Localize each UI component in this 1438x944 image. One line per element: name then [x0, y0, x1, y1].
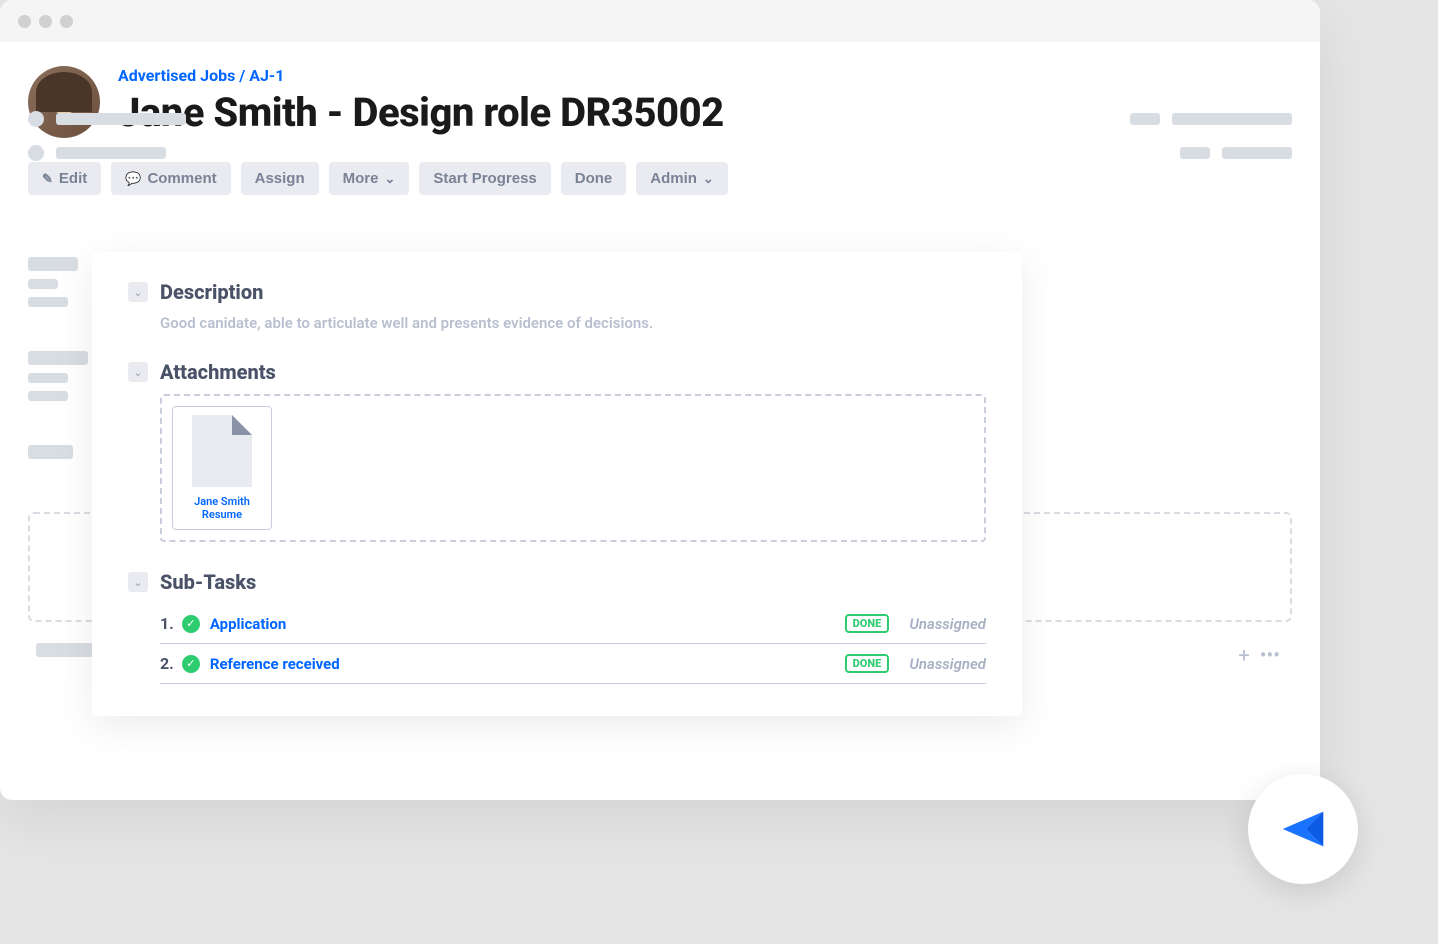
attachment-file[interactable]: Jane Smith Resume: [172, 406, 272, 530]
file-name: Jane Smith Resume: [181, 495, 263, 521]
subtask-number: 2.: [160, 654, 174, 673]
section-title-description: Description: [160, 280, 263, 304]
collapse-toggle[interactable]: ⌄: [128, 572, 148, 592]
section-title-subtasks: Sub-Tasks: [160, 570, 256, 594]
titlebar: [0, 0, 1320, 42]
window-control-minimize[interactable]: [39, 15, 52, 28]
description-section: ⌄ Description Good canidate, able to art…: [128, 280, 986, 332]
collapse-toggle[interactable]: ⌄: [128, 362, 148, 382]
attachments-section: ⌄ Attachments Jane Smith Resume: [128, 360, 986, 542]
skeleton-background: [28, 257, 88, 459]
window-control-maximize[interactable]: [60, 15, 73, 28]
skeleton-footer: [28, 111, 1292, 179]
plus-icon[interactable]: +: [1238, 643, 1249, 667]
subtask-number: 1.: [160, 614, 174, 633]
window: Advertised Jobs / AJ-1 Jane Smith - Desi…: [0, 0, 1320, 800]
check-circle-icon: ✓: [182, 655, 200, 673]
content-area: Advertised Jobs / AJ-1 Jane Smith - Desi…: [0, 42, 1320, 239]
window-control-close[interactable]: [18, 15, 31, 28]
more-dots-icon[interactable]: •••: [1260, 643, 1280, 667]
add-actions: + •••: [1238, 643, 1280, 667]
assignee-label: Unassigned: [909, 655, 986, 673]
check-circle-icon: ✓: [182, 615, 200, 633]
file-icon: [192, 415, 252, 487]
section-title-attachments: Attachments: [160, 360, 276, 384]
fab-button[interactable]: [1248, 774, 1358, 884]
attachment-dropzone[interactable]: Jane Smith Resume: [160, 394, 986, 542]
subtask-name[interactable]: Application: [210, 615, 845, 633]
assignee-label: Unassigned: [909, 615, 986, 633]
collapse-toggle[interactable]: ⌄: [128, 282, 148, 302]
detail-card: ⌄ Description Good canidate, able to art…: [92, 252, 1022, 716]
status-badge: DONE: [845, 654, 890, 673]
subtask-row[interactable]: 2. ✓ Reference received DONE Unassigned: [160, 644, 986, 684]
subtask-name[interactable]: Reference received: [210, 655, 845, 673]
subtask-row[interactable]: 1. ✓ Application DONE Unassigned: [160, 604, 986, 644]
skeleton-bar: [36, 643, 96, 657]
description-text: Good canidate, able to articulate well a…: [160, 314, 986, 332]
status-badge: DONE: [845, 614, 890, 633]
subtasks-section: ⌄ Sub-Tasks 1. ✓ Application DONE Unassi…: [128, 570, 986, 684]
send-icon: [1274, 800, 1332, 858]
breadcrumb[interactable]: Advertised Jobs / AJ-1: [118, 66, 1292, 85]
